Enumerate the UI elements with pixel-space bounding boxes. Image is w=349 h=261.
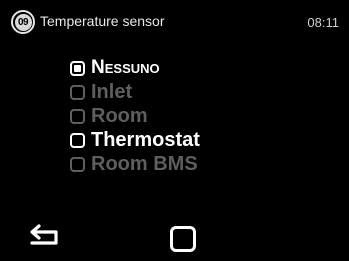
back-arrow-icon[interactable]: [26, 224, 60, 246]
radio-unchecked-icon: [70, 156, 85, 172]
step-number: 09: [14, 13, 32, 31]
radio-unchecked-icon: [70, 84, 85, 100]
option-label: Nessuno: [91, 57, 160, 78]
radio-unchecked-icon: [70, 108, 85, 124]
radio-unchecked-icon: [70, 132, 85, 148]
step-number-badge: 09: [11, 10, 35, 34]
radio-checked-icon: [70, 60, 85, 76]
option-thermostat[interactable]: Thermostat: [70, 128, 330, 152]
option-label: Room: [91, 105, 148, 127]
option-room-bms: Room BMS: [70, 152, 330, 176]
option-label: Room BMS: [91, 153, 198, 175]
option-nessuno[interactable]: Nessuno: [70, 56, 330, 80]
option-room: Room: [70, 104, 330, 128]
sensor-option-list: Nessuno Inlet Room Thermostat Room BMS: [70, 56, 330, 176]
clock-time: 08:11: [307, 15, 339, 30]
device-screen: 09 Temperature sensor 08:11 Nessuno Inle…: [0, 0, 349, 261]
option-inlet: Inlet: [70, 80, 330, 104]
option-label: Thermostat: [91, 129, 200, 151]
screen-title: Temperature sensor: [40, 13, 165, 29]
option-label: Inlet: [91, 81, 133, 103]
header: 09 Temperature sensor 08:11: [0, 0, 349, 44]
square-confirm-icon[interactable]: [170, 226, 196, 252]
